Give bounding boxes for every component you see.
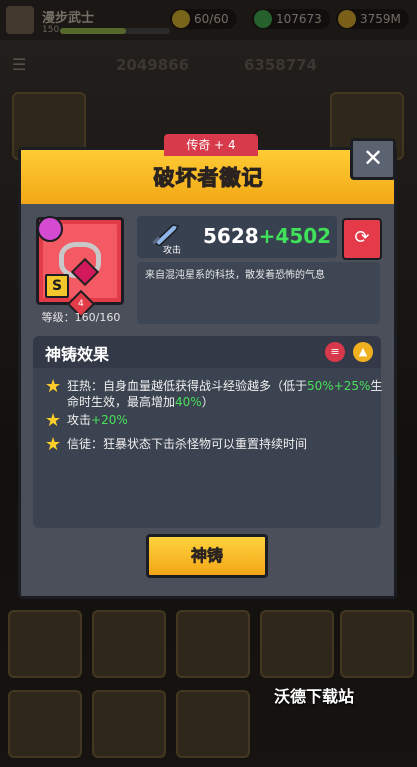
close-icon: ✕ <box>362 144 384 172</box>
effect-text: 攻击+20% <box>45 412 387 428</box>
power-box: 攻击 5628+4502 <box>137 216 337 258</box>
effect-segment: ） <box>201 395 214 409</box>
effect-value: +20% <box>91 413 128 427</box>
attack-label: 攻击 <box>163 246 182 256</box>
effects-title: 神铸效果 <box>45 345 110 364</box>
effect-row: ★ 信徒：狂暴状态下击杀怪物可以重置持续时间 <box>45 434 387 455</box>
effect-segment: 信徒：狂暴状态下击杀怪物可以重置持续时间 <box>67 437 308 451</box>
effect-segment: 攻击 <box>67 413 92 427</box>
power-value: 5628+4502 <box>203 224 331 248</box>
grade-badge: S <box>45 274 69 298</box>
orb-icon <box>37 216 63 242</box>
upgrade-icon[interactable]: ▲ <box>353 342 373 362</box>
power-base: 5628 <box>203 224 259 248</box>
star-icon: ★ <box>45 376 62 397</box>
item-description: 来自混沌星系的科技，散发着恐怖的气息 <box>137 262 380 324</box>
power-bonus: +4502 <box>258 224 332 248</box>
item-level: 等级：160/160 <box>41 311 121 324</box>
effect-value: +25% <box>333 379 371 393</box>
star-icon: ★ <box>45 434 62 455</box>
swap-button[interactable]: ⟳ <box>342 218 382 260</box>
swap-icon: ⟳ <box>354 227 370 248</box>
rarity-tab: 传奇 + 4 <box>164 134 258 156</box>
effect-segment: 狂热：自身血量越低获得战斗经验越多（低于 <box>67 379 308 393</box>
close-button[interactable]: ✕ <box>350 138 396 180</box>
forge-effects-panel: 神铸效果 ≡ ▲ ★ 狂热：自身血量越低获得战斗经验越多（低于50%+25%生命… <box>33 336 382 528</box>
effect-row: ★ 狂热：自身血量越低获得战斗经验越多（低于50%+25%生命时生效，最高增加4… <box>45 378 387 410</box>
effect-text: 狂热：自身血量越低获得战斗经验越多（低于50%+25%生命时生效，最高增加40%… <box>45 378 387 410</box>
effect-text: 信徒：狂暴状态下击杀怪物可以重置持续时间 <box>45 436 387 452</box>
effect-row: ★ 攻击+20% <box>45 410 387 431</box>
effect-value: 50% <box>307 379 334 393</box>
item-icon-card: S 4 <box>36 216 124 319</box>
effects-header: 神铸效果 ≡ ▲ <box>33 336 381 368</box>
watermark: 沃德下载站 <box>274 687 355 706</box>
star-icon: ★ <box>45 410 62 431</box>
forge-button[interactable]: 神铸 <box>146 534 268 578</box>
list-icon[interactable]: ≡ <box>325 342 345 362</box>
effect-value: 40% <box>175 395 202 409</box>
